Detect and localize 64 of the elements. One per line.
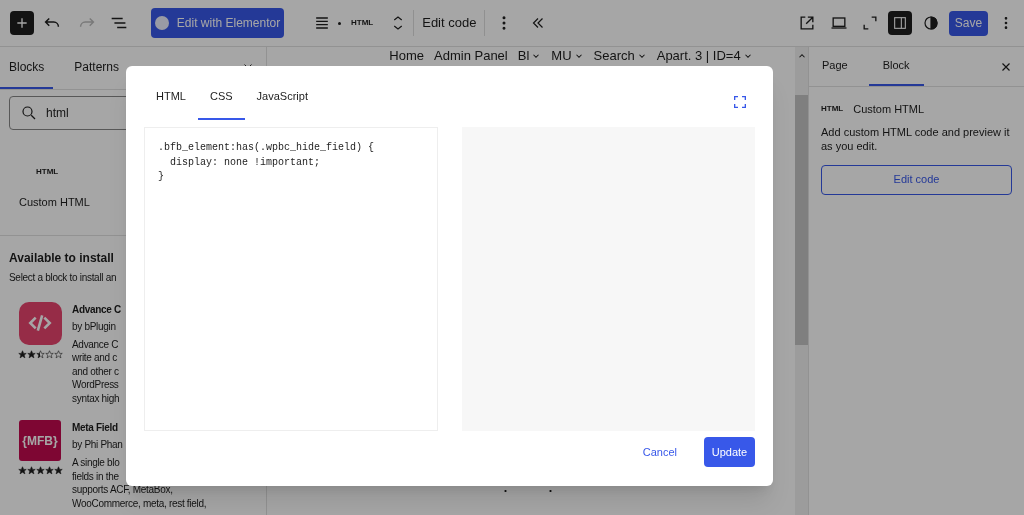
plus-icon: [14, 15, 30, 31]
star-icon: [44, 349, 54, 359]
edit-code-button[interactable]: Edit code: [821, 164, 1012, 195]
block-label[interactable]: Custom HTML: [19, 194, 90, 211]
inserter-tab[interactable]: Blocks: [0, 47, 54, 89]
nav-link[interactable]: Admin Panel: [434, 48, 508, 64]
plugin-description-line: Advance C: [72, 337, 119, 351]
code-line: }: [158, 170, 165, 184]
star-icon: [17, 466, 27, 475]
plugin-author: by bPlugin: [72, 319, 116, 334]
cancel-button[interactable]: Cancel: [635, 437, 684, 467]
block-icon: HTML: [36, 166, 59, 178]
code-line: .bfb_element:has(.wpbc_hide_field) {: [158, 141, 376, 155]
nav-link[interactable]: MU: [551, 48, 572, 64]
block-title: Custom HTML: [853, 102, 925, 117]
plugin-description-line: fields in the: [72, 469, 119, 483]
plugin-description-line: write and c: [72, 351, 118, 365]
plugin-description-line: syntax high: [72, 391, 120, 405]
elementor-logo-icon: [154, 16, 169, 30]
editor-tab[interactable]: JavaScript: [244, 82, 320, 120]
section-heading: Available to install: [9, 249, 115, 267]
star-icon: [17, 349, 27, 359]
star-icon: [26, 466, 36, 475]
nav-link[interactable]: Apart. 3 | ID=4: [656, 48, 741, 64]
plugin-description-line: WooCommerce, meta, rest field,: [72, 496, 207, 510]
search-icon: [20, 104, 38, 122]
edit-with-elementor-button[interactable]: Edit with Elementor: [151, 8, 284, 38]
nav-link[interactable]: Search: [593, 48, 635, 64]
plugin-author: by Phi Phan: [72, 438, 123, 452]
settings-tab[interactable]: Page: [813, 47, 857, 86]
star-icon: [53, 349, 63, 359]
plugin-description-line: and other c: [72, 364, 119, 378]
plugin-title[interactable]: Meta Field: [72, 420, 118, 436]
star-icon: [26, 349, 36, 359]
sidebar-toggle-button[interactable]: [888, 11, 912, 35]
scrollbar-thumb[interactable]: [795, 95, 808, 345]
section-hint: Select a block to install an: [9, 270, 117, 285]
plugin-logo: [18, 301, 62, 345]
block-type-label: HTML: [351, 17, 374, 29]
star-icon: [35, 349, 45, 359]
nav-link[interactable]: Home: [389, 48, 424, 64]
edit-code-button[interactable]: Edit code: [422, 13, 477, 33]
nav-link[interactable]: Bl: [517, 48, 530, 64]
plugin-description-line: WordPress: [72, 378, 119, 392]
plugin-description-line: A single blo: [72, 456, 120, 470]
star-icon: [44, 466, 54, 475]
code-line: display: none !important;: [169, 155, 322, 170]
plugin-logo: {MFB}: [19, 420, 61, 461]
editor-tab[interactable]: CSS: [197, 82, 245, 120]
update-button[interactable]: Update: [704, 437, 755, 467]
block-description: Add custom HTML code and preview it as you edit.: [821, 124, 1011, 153]
add-block-button[interactable]: [10, 11, 34, 35]
star-icon: [53, 466, 63, 475]
inserter-tab[interactable]: Patterns: [65, 47, 129, 89]
fullscreen-icon[interactable]: [732, 94, 748, 110]
save-button[interactable]: Save: [949, 10, 988, 36]
sidebar-icon: [892, 15, 908, 31]
plugin-title[interactable]: Advance C: [72, 301, 121, 318]
star-icon: [35, 466, 45, 475]
code-editor[interactable]: .bfb_element:has(.wpbc_hide_field) { display: none !important; }: [144, 127, 438, 431]
editor-tab[interactable]: HTML: [144, 82, 198, 120]
settings-tab[interactable]: Block: [868, 47, 924, 86]
contrast-icon[interactable]: [922, 14, 940, 32]
block-icon: HTML: [821, 103, 844, 116]
